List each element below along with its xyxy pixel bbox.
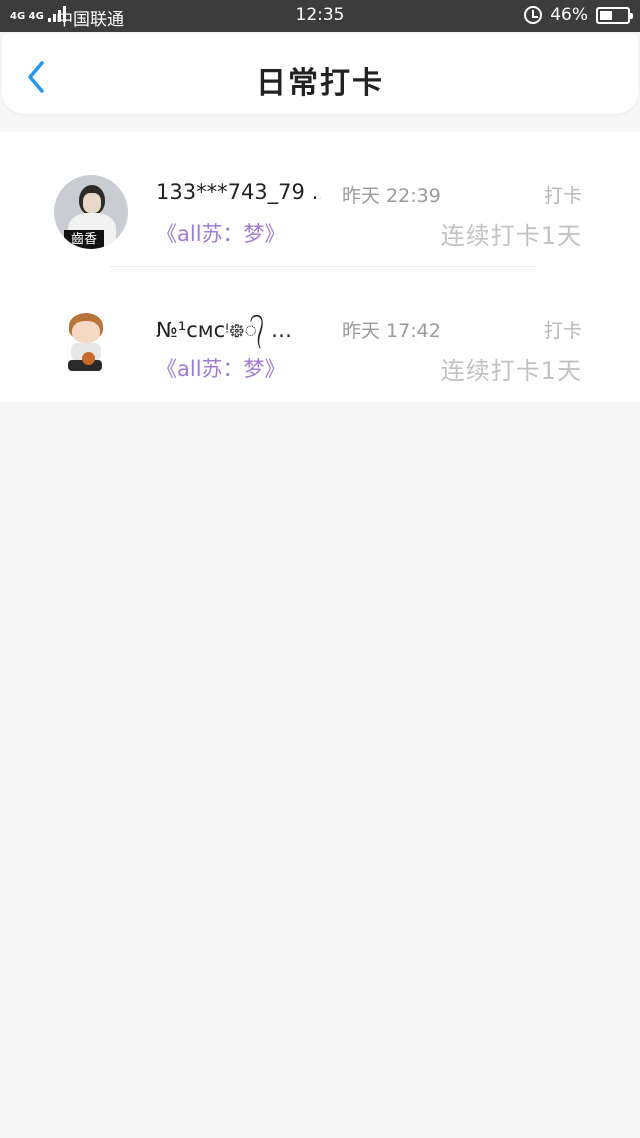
battery-fill bbox=[600, 10, 612, 20]
checkin-label: 打卡 bbox=[543, 185, 582, 207]
status-right: 46% bbox=[524, 5, 633, 25]
avatar[interactable] bbox=[54, 310, 128, 384]
page-title: 日常打卡 bbox=[256, 66, 384, 101]
checkin-list: 齒香 133***743_79 … 昨天 22:39 打卡 《all苏：梦》 连… bbox=[0, 132, 640, 402]
checkin-label: 打卡 bbox=[543, 320, 582, 342]
user-name[interactable]: №¹ᴄᴍᴄᵎ᪥᭄ … bbox=[156, 315, 321, 353]
checkin-time: 昨天 22:39 bbox=[342, 185, 441, 207]
avatar-tag: 齒香 bbox=[64, 230, 104, 249]
streak-text: 连续打卡1天 bbox=[440, 222, 582, 250]
status-bar: 4G 4G 中国联通 12:35 46% bbox=[0, 0, 640, 32]
header: 日常打卡 bbox=[2, 34, 638, 114]
checkin-time: 昨天 17:42 bbox=[342, 320, 441, 342]
battery-percent: 46% bbox=[550, 5, 588, 25]
group-link[interactable]: 《all苏：梦》 bbox=[156, 353, 286, 383]
checkin-item[interactable]: №¹ᴄᴍᴄᵎ᪥᭄ … 昨天 17:42 打卡 《all苏：梦》 连续打卡1天 bbox=[0, 267, 640, 402]
avatar[interactable]: 齒香 bbox=[54, 175, 128, 249]
streak-text: 连续打卡1天 bbox=[440, 357, 582, 385]
user-name[interactable]: 133***743_79 … bbox=[156, 180, 321, 204]
alarm-icon bbox=[524, 6, 543, 24]
checkin-item[interactable]: 齒香 133***743_79 … 昨天 22:39 打卡 《all苏：梦》 连… bbox=[0, 132, 640, 267]
group-link[interactable]: 《all苏：梦》 bbox=[156, 218, 286, 248]
battery-icon bbox=[596, 6, 633, 24]
